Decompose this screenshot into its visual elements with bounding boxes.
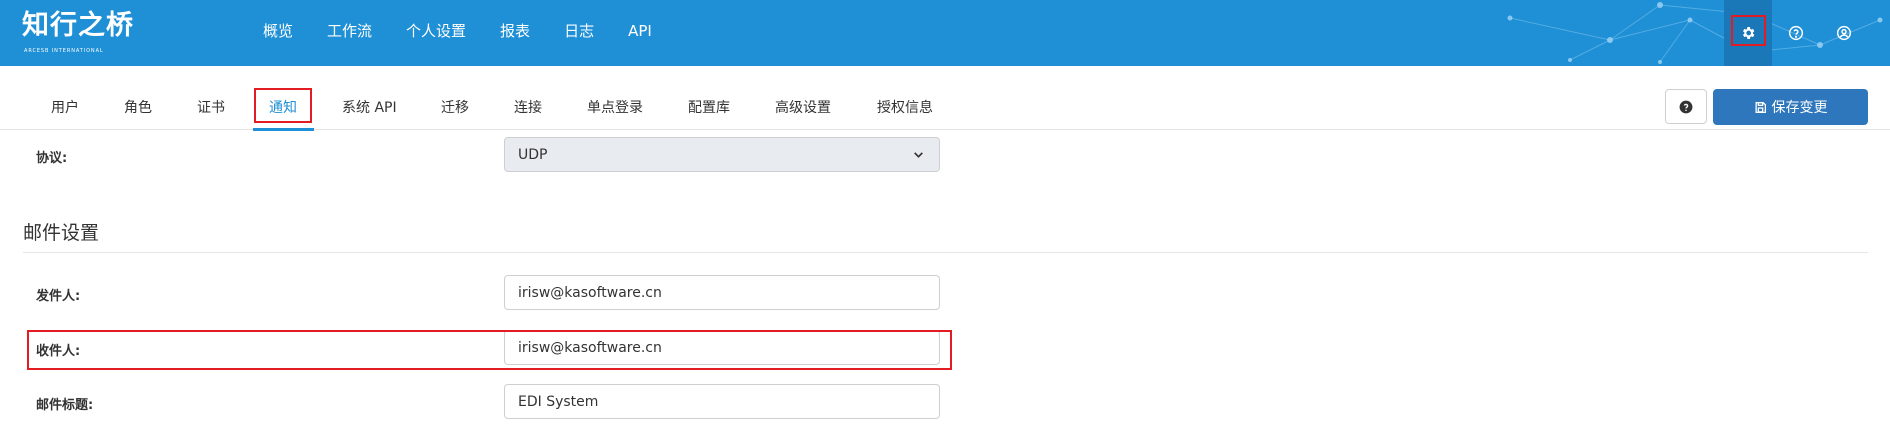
protocol-label: 协议:	[36, 151, 68, 166]
email-section-title: 邮件设置	[23, 222, 100, 244]
chevron-down-icon	[914, 152, 923, 158]
help-circle-icon	[1788, 25, 1804, 41]
logo[interactable]: 知行之桥 ARCESB INTERNATIONAL	[22, 10, 134, 53]
subject-label: 邮件标题:	[36, 398, 94, 413]
logo-text: 知行之桥	[22, 10, 134, 41]
gear-annotation-box	[1731, 15, 1766, 46]
recipient-annotation-box	[27, 330, 952, 370]
user-circle-icon	[1836, 25, 1852, 41]
tab-annotation-box	[254, 88, 312, 123]
tab-connections[interactable]: 连接	[514, 99, 542, 117]
tab-users[interactable]: 用户	[51, 99, 79, 117]
nav-workflow[interactable]: 工作流	[327, 21, 372, 41]
tab-system-api[interactable]: 系统 API	[342, 99, 397, 117]
sender-value: irisw@kasoftware.cn	[518, 284, 662, 301]
tab-certificates[interactable]: 证书	[197, 99, 225, 117]
question-circle-icon	[1679, 100, 1693, 113]
top-header: 知行之桥 ARCESB INTERNATIONAL 概览 工作流 个人设置 报表…	[0, 0, 1890, 66]
help-button[interactable]	[1772, 0, 1820, 66]
protocol-select[interactable]: UDP	[504, 137, 940, 172]
subject-value: EDI System	[518, 393, 599, 410]
main-nav: 概览 工作流 个人设置 报表 日志 API	[263, 21, 686, 41]
nav-profile[interactable]: 个人设置	[406, 21, 466, 41]
active-tab-indicator	[253, 128, 314, 131]
section-divider	[23, 252, 1868, 253]
subject-field[interactable]: EDI System	[504, 384, 940, 419]
tab-roles[interactable]: 角色	[124, 99, 152, 117]
logo-subtext: ARCESB INTERNATIONAL	[24, 48, 104, 53]
tab-advanced[interactable]: 高级设置	[775, 99, 831, 117]
sender-label: 发件人:	[36, 289, 81, 304]
page-help-button[interactable]	[1665, 89, 1707, 124]
user-menu-button[interactable]	[1820, 0, 1868, 66]
tab-config-repo[interactable]: 配置库	[688, 99, 730, 117]
nav-api[interactable]: API	[628, 21, 652, 41]
save-changes-button[interactable]: 保存变更	[1713, 89, 1868, 125]
nav-overview[interactable]: 概览	[263, 21, 293, 41]
svg-text:ARCESB INTERNATIONAL: ARCESB INTERNATIONAL	[24, 48, 104, 53]
nav-logs[interactable]: 日志	[564, 21, 594, 41]
save-icon	[1755, 101, 1766, 113]
sender-field[interactable]: irisw@kasoftware.cn	[504, 275, 940, 310]
save-label: 保存变更	[1771, 100, 1828, 116]
nav-reports[interactable]: 报表	[500, 21, 530, 41]
tab-license[interactable]: 授权信息	[877, 99, 933, 117]
tab-sso[interactable]: 单点登录	[587, 99, 643, 117]
protocol-value: UDP	[518, 146, 548, 163]
tab-migration[interactable]: 迁移	[441, 99, 469, 117]
